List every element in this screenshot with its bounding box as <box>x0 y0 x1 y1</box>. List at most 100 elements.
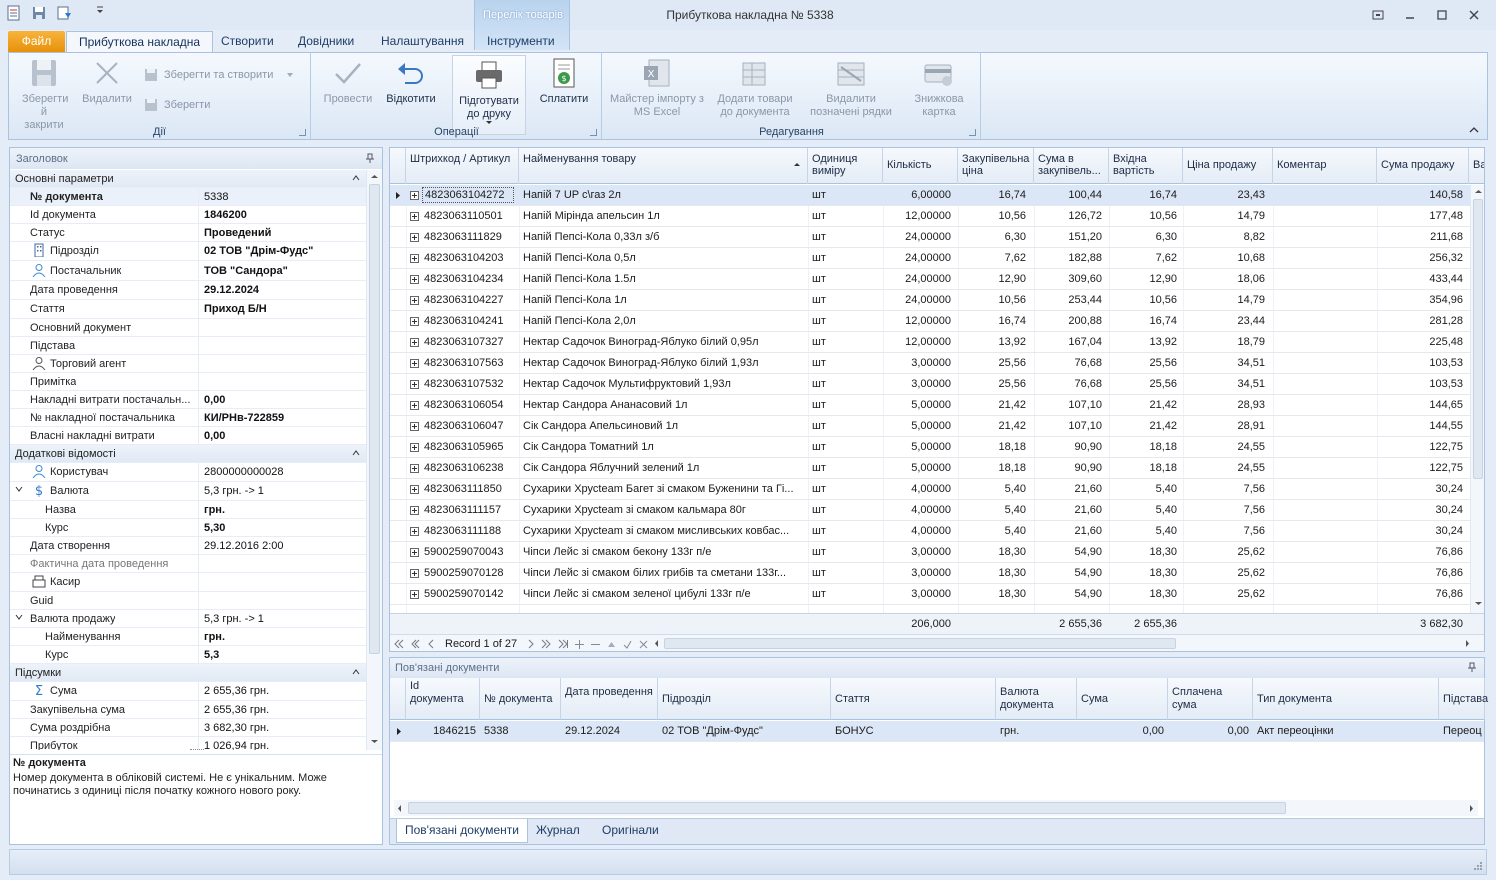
col-purchase-sum[interactable]: Сума в закупівель... <box>1034 148 1109 184</box>
tab-create[interactable]: Створити <box>209 31 286 52</box>
group-launcher-icon[interactable] <box>590 129 597 136</box>
expand-row-icon[interactable] <box>410 212 419 221</box>
prop-cashier[interactable]: Касир <box>10 573 366 592</box>
tab-journal[interactable]: Журнал <box>528 819 588 843</box>
prop-sale-currency-rate[interactable]: Курс 5,3 <box>10 646 366 664</box>
save-button[interactable]: Зберегти <box>143 97 210 113</box>
prop-supplier-invoice[interactable]: № накладної постачальника КИ/РНв-722859 <box>10 409 366 427</box>
grid-horizontal-scrollbar[interactable] <box>652 636 1472 651</box>
splitter-grip[interactable] <box>190 749 204 751</box>
rel-col-paid[interactable]: Сплачена сума <box>1168 678 1253 720</box>
scroll-right-icon[interactable] <box>1469 804 1474 813</box>
prop-sale-currency[interactable]: Валюта продажу 5,3 грн. -> 1 <box>10 610 366 628</box>
related-horizontal-scrollbar[interactable] <box>394 800 1478 816</box>
expand-row-icon[interactable] <box>410 590 419 599</box>
table-row[interactable]: 4823063104227 Напій Пепсі-Кола 1л шт 24,000… <box>390 290 1470 311</box>
prop-agent[interactable]: Торговий агент <box>10 355 366 373</box>
next-record-icon[interactable] <box>528 639 534 649</box>
file-menu-button[interactable]: Файл <box>8 31 65 52</box>
post-button[interactable]: Провести <box>318 57 378 106</box>
save-icon[interactable] <box>31 5 47 21</box>
table-row[interactable]: 4823063111188 Сухарики Хрусteam зі смаком… <box>390 521 1470 542</box>
tab-settings[interactable]: Налаштування <box>369 31 476 52</box>
property-scrollbar[interactable] <box>366 170 382 750</box>
delete-record-icon[interactable] <box>591 640 601 649</box>
pay-button[interactable]: $ Сплатити <box>534 57 594 106</box>
scroll-down-icon[interactable] <box>1474 601 1483 606</box>
table-row[interactable]: 4823063111157 Сухарики Хрусteam зі смаком… <box>390 500 1470 521</box>
expand-row-icon[interactable] <box>410 359 419 368</box>
delete-button[interactable]: Видалити <box>79 57 135 106</box>
prop-note[interactable]: Примітка <box>10 373 366 391</box>
prop-overhead[interactable]: Накладні витрати постачальн... 0,00 <box>10 391 366 409</box>
prop-doc-id[interactable]: Id документа 1846200 <box>10 206 366 224</box>
minimize-icon[interactable] <box>1400 6 1420 24</box>
prop-profit[interactable]: Прибуток 1 026,94 грн. <box>10 737 366 750</box>
tab-directories[interactable]: Довідники <box>286 31 366 52</box>
confirm-record-icon[interactable] <box>623 640 632 649</box>
col-unit[interactable]: Одиниця виміру <box>808 148 883 184</box>
rel-col-basis[interactable]: Підстава <box>1439 678 1488 720</box>
expand-row-icon[interactable] <box>410 254 419 263</box>
edit-record-icon[interactable] <box>607 640 616 649</box>
prop-currency-rate[interactable]: Курс 5,30 <box>10 519 366 537</box>
expand-row-icon[interactable] <box>410 233 419 242</box>
table-row[interactable]: 5900259070043 Чіпси Лейс зі смаком бекону… <box>390 542 1470 563</box>
expand-row-icon[interactable] <box>410 401 419 410</box>
prev-record-icon[interactable] <box>428 639 434 649</box>
table-row[interactable]: 5900259070128 Чіпси Лейс зі смаком білих … <box>390 563 1470 584</box>
expand-row-icon[interactable] <box>410 191 419 200</box>
col-sale-sum[interactable]: Сума продажу <box>1377 148 1469 184</box>
group-launcher-icon[interactable] <box>969 129 976 136</box>
col-quantity[interactable]: Кількість <box>883 148 958 184</box>
close-icon[interactable] <box>1464 6 1484 24</box>
scroll-left-icon[interactable] <box>397 804 402 813</box>
rel-col-number[interactable]: № документа <box>480 678 561 720</box>
table-row[interactable]: 4823063111850 Сухарики Хрусteam Багет зі … <box>390 479 1470 500</box>
col-extra[interactable]: Ва <box>1469 148 1484 184</box>
expand-row-icon[interactable] <box>410 485 419 494</box>
scroll-thumb[interactable] <box>408 802 1286 814</box>
table-row[interactable]: 4823063107532 Нектар Садочок Мультифрукто… <box>390 374 1470 395</box>
prop-purchase-sum[interactable]: Закупівельна сума 2 655,36 грн. <box>10 701 366 719</box>
table-row[interactable]: 4823063104203 Напій Пепсі-Кола 0,5л шт 24,0… <box>390 248 1470 269</box>
scroll-thumb[interactable] <box>664 638 1176 649</box>
expand-row-icon[interactable] <box>410 380 419 389</box>
category-totals[interactable]: Підсумки <box>10 664 366 682</box>
cancel-record-icon[interactable] <box>639 640 648 649</box>
prop-supplier[interactable]: Постачальник ТОВ "Сандора" <box>10 261 366 281</box>
col-purchase-price[interactable]: Закупівельна ціна <box>958 148 1034 184</box>
prop-currency[interactable]: $ Валюта 5,3 грн. -> 1 <box>10 482 366 501</box>
rel-col-date[interactable]: Дата проведення <box>561 678 658 720</box>
last-page-icon[interactable] <box>558 639 569 649</box>
prop-sale-currency-name[interactable]: Найменування грн. <box>10 628 366 646</box>
table-row[interactable]: 4823063107563 Нектар Садочок Виноград-Ябл… <box>390 353 1470 374</box>
table-row[interactable]: 4823063106047 Сік Сандора Апельсиновий 1л… <box>390 416 1470 437</box>
prop-guid[interactable]: Guid <box>10 592 366 610</box>
save-close-button[interactable]: Зберегти й закрити <box>13 57 75 132</box>
prop-retail-sum[interactable]: Сума роздрібна 3 682,30 грн. <box>10 719 366 737</box>
table-row[interactable]: 4823063106238 Сік Сандора Яблучний зелени… <box>390 458 1470 479</box>
first-page-icon[interactable] <box>394 639 404 649</box>
table-row[interactable]: 4823063105965 Сік Сандора Томатний 1л шт 5,… <box>390 437 1470 458</box>
table-row[interactable]: 4823063106054 Нектар Сандора Ананасовий 1… <box>390 395 1470 416</box>
col-product-name[interactable]: Найменування товару <box>519 148 808 184</box>
expand-row-icon[interactable] <box>410 527 419 536</box>
resize-grip-icon[interactable] <box>1473 861 1483 871</box>
prop-main-doc[interactable]: Основний документ <box>10 319 366 337</box>
delete-marked-button[interactable]: Видалити позначені рядки <box>805 57 897 119</box>
category-main-params[interactable]: Основні параметри <box>10 170 366 188</box>
restore-layout-icon[interactable] <box>1368 6 1388 24</box>
expand-row-icon[interactable] <box>410 317 419 326</box>
scroll-up-icon[interactable] <box>1474 189 1483 194</box>
col-barcode[interactable]: Штрихкод / Артикул <box>406 148 519 184</box>
customize-toolbar-icon[interactable] <box>95 5 105 21</box>
scroll-right-icon[interactable] <box>1465 639 1470 648</box>
col-comment[interactable]: Коментар <box>1273 148 1377 184</box>
prop-basis[interactable]: Підстава <box>10 337 366 355</box>
pin-icon[interactable] <box>366 153 374 163</box>
prop-currency-name[interactable]: Назва грн. <box>10 501 366 519</box>
expand-row-icon[interactable] <box>410 275 419 284</box>
rel-col-doc-type[interactable]: Тип документа <box>1253 678 1439 720</box>
expand-row-icon[interactable] <box>410 443 419 452</box>
